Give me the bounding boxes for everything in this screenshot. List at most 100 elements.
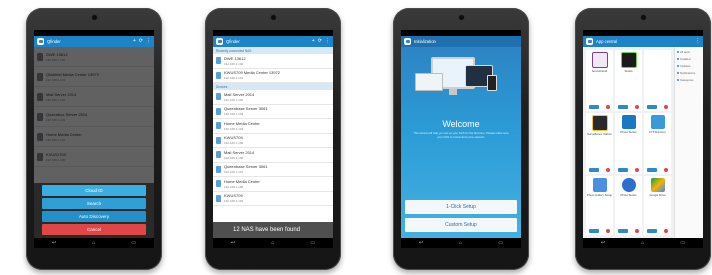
camera-dot: [271, 15, 276, 20]
recents-icon[interactable]: ▭: [680, 240, 685, 246]
app-card[interactable]: [644, 50, 671, 111]
remove-icon[interactable]: [664, 168, 668, 172]
home-icon[interactable]: ⌂: [459, 240, 462, 246]
section-header: Recently connected NAS: [213, 47, 333, 54]
app-title: Initialization: [414, 39, 436, 44]
add-icon[interactable]: +: [133, 39, 136, 44]
back-icon[interactable]: ↩: [52, 240, 56, 246]
list-item[interactable]: KWUS709 Media Center 13972 192.168.1.101: [213, 68, 333, 83]
app-tile-icon: [591, 115, 608, 131]
app-card[interactable]: Studio: [615, 50, 642, 111]
camera-dot: [459, 15, 464, 20]
search-button[interactable]: Search: [42, 198, 146, 209]
qfinder-icon: [404, 38, 411, 45]
refresh-icon[interactable]: ⟳: [139, 39, 143, 44]
open-button[interactable]: [618, 229, 628, 233]
open-button[interactable]: [647, 229, 657, 233]
cloud-id-button[interactable]: Cloud ID: [42, 185, 146, 196]
remove-icon[interactable]: [635, 168, 639, 172]
section-header: Devices: [213, 83, 333, 90]
app-card[interactable]: Photo Series: [615, 113, 642, 174]
qfinder-options-screen: Qfinder + ⟳ ⋮ DWE 13612192.168.1.100 Qli…: [34, 30, 154, 248]
welcome-description: This wizard will help you set up your NA…: [413, 131, 509, 139]
cancel-button[interactable]: Cancel: [42, 224, 146, 235]
laptop-image: [415, 73, 443, 91]
custom-setup-button[interactable]: Custom Setup: [405, 218, 517, 232]
remove-icon[interactable]: [606, 105, 610, 109]
nav-bar: ↩ ⌂ ▭: [213, 238, 333, 248]
open-button[interactable]: [647, 168, 657, 172]
sidebar-item[interactable]: All apps: [677, 50, 701, 54]
open-button[interactable]: [589, 105, 599, 109]
sidebar-item[interactable]: Notifications: [677, 71, 701, 75]
app-bar: Initialization: [401, 36, 521, 47]
menu-icon[interactable]: ⋮: [695, 39, 700, 44]
recents-icon[interactable]: ▭: [498, 240, 503, 246]
one-click-setup-button[interactable]: 1-Click Setup: [405, 200, 517, 214]
home-icon[interactable]: ⌂: [271, 240, 274, 246]
app-tile-icon: [592, 178, 607, 192]
list-item[interactable]: DWE 13612192.168.1.100: [213, 54, 333, 69]
refresh-icon[interactable]: ⟳: [318, 39, 322, 44]
remove-icon[interactable]: [664, 229, 668, 233]
device-2: Qfinder + ⟳ ⋮ Recently connected NAS DWE…: [205, 8, 341, 270]
app-card[interactable]: FTP Explorer: [644, 113, 671, 174]
setup-buttons: 1-Click Setup Custom Setup: [405, 200, 517, 232]
open-button[interactable]: [647, 105, 657, 109]
list-item[interactable]: Queenbase Server 3061 192.168.1.107: [213, 162, 333, 177]
app-title: App central: [596, 39, 618, 44]
remove-icon[interactable]: [635, 229, 639, 233]
app-card[interactable]: Photo Series: [615, 176, 642, 235]
open-button[interactable]: [618, 168, 628, 172]
nas-icon: [216, 136, 221, 144]
home-icon[interactable]: ⌂: [641, 240, 644, 246]
sidebar-item[interactable]: Updates: [677, 64, 701, 68]
sidebar-item[interactable]: Categories: [677, 78, 701, 82]
nas-icon: [216, 194, 221, 202]
options-sheet: Cloud ID Search Auto Discovery Cancel: [34, 183, 154, 238]
nas-icon: [216, 57, 221, 65]
open-button[interactable]: [589, 168, 599, 172]
open-button[interactable]: [618, 105, 628, 109]
list-item[interactable]: KWUS709 192.168.1.109: [213, 191, 333, 206]
nas-icon: [216, 151, 221, 159]
app-title: Qfinder: [226, 39, 240, 44]
app-card[interactable]: Surveillance Station: [586, 113, 613, 174]
app-card[interactable]: SoundCloud: [586, 50, 613, 111]
menu-icon[interactable]: ⋮: [146, 39, 151, 44]
nas-icon: [216, 93, 221, 101]
remove-icon[interactable]: [664, 105, 668, 109]
device-3: Initialization Welcome This wizard will …: [393, 8, 529, 270]
back-icon[interactable]: ↩: [231, 240, 235, 246]
recents-icon[interactable]: ▭: [310, 240, 315, 246]
menu-icon[interactable]: ⋮: [325, 39, 330, 44]
remove-icon[interactable]: [606, 229, 610, 233]
home-icon[interactable]: ⌂: [92, 240, 95, 246]
add-icon[interactable]: +: [312, 39, 315, 44]
app-title: Qfinder: [47, 39, 61, 44]
list-item[interactable]: Mail Server 2014 192.168.1.106: [213, 148, 333, 163]
list-item[interactable]: Mail Server 2014192.168.1.102: [213, 90, 333, 105]
list-item[interactable]: KWUS709 192.168.1.105: [213, 133, 333, 148]
app-tile-icon: [621, 178, 636, 192]
back-icon[interactable]: ↩: [601, 240, 605, 246]
sidebar-item[interactable]: Installed: [677, 57, 701, 61]
list-item[interactable]: Home Media Center192.168.1.104: [213, 119, 333, 134]
list-item[interactable]: Home Media Center 192.168.1.108: [213, 177, 333, 192]
remove-icon[interactable]: [635, 105, 639, 109]
nas-icon: [216, 71, 221, 79]
remove-icon[interactable]: [606, 168, 610, 172]
nas-icon: [216, 122, 221, 130]
list-item[interactable]: Queenbase Server 3061 192.168.1.103: [213, 104, 333, 119]
recents-icon[interactable]: ▭: [131, 240, 136, 246]
back-icon[interactable]: ↩: [419, 240, 423, 246]
app-grid: SoundCloud Studio Surveillance Station P…: [583, 47, 674, 238]
nav-bar: ↩ ⌂ ▭: [34, 238, 154, 248]
app-card[interactable]: Photo Gallery Setup: [586, 176, 613, 235]
app-card[interactable]: Google Drive: [644, 176, 671, 235]
app-bar: Qfinder + ⟳ ⋮: [213, 36, 333, 47]
app-central-icon: [586, 38, 593, 45]
auto-discovery-button[interactable]: Auto Discovery: [42, 211, 146, 222]
qfinder-list-screen: Qfinder + ⟳ ⋮ Recently connected NAS DWE…: [213, 30, 333, 248]
open-button[interactable]: [589, 229, 599, 233]
